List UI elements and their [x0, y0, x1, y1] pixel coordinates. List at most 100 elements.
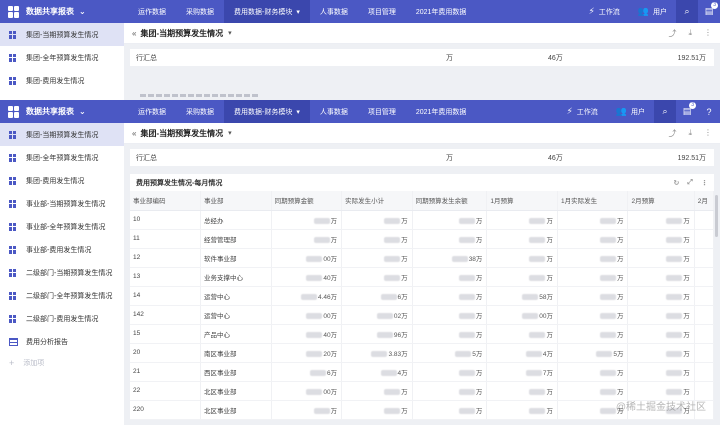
- user-button[interactable]: 👥 用户: [607, 106, 654, 117]
- caret-down-icon[interactable]: ▾: [228, 29, 232, 37]
- cell-code: 20: [130, 343, 202, 363]
- top-right-tools: ⚡ 工作流 👥 用户 ⌕ ▤ 3 ?: [557, 100, 720, 123]
- cell-amount: 万: [412, 362, 488, 382]
- sidebar-item[interactable]: 集团-当期预算发生情况: [0, 23, 124, 46]
- notification-badge: 3: [711, 2, 718, 9]
- table-row[interactable]: 15 产品中心 40万 96万 万 万 万 万: [130, 324, 715, 344]
- sidebar-item[interactable]: 事业部-全年预算发生情况: [0, 215, 124, 238]
- download-icon[interactable]: ⤓: [688, 28, 692, 39]
- more-icon[interactable]: ⋮: [701, 179, 708, 187]
- more-icon[interactable]: ⋮: [704, 128, 712, 139]
- redacted-value: [451, 255, 468, 262]
- redacted-value: [306, 331, 323, 338]
- app-brand-back[interactable]: 数据共享报表 ⌄: [0, 5, 128, 18]
- sidebar-item[interactable]: 费用分析报告: [0, 330, 124, 353]
- table-row[interactable]: 10 总经办 万 万 万 万 万 万: [130, 210, 715, 230]
- cell-amount: 96万: [341, 324, 413, 344]
- sidebar-item[interactable]: 二级部门-费用发生情况: [0, 307, 124, 330]
- nav-tab[interactable]: 人事数据: [310, 100, 358, 123]
- cell-amount: 万: [627, 286, 695, 306]
- vertical-scrollbar[interactable]: [715, 195, 718, 237]
- workflow-button[interactable]: ⚡ 工作流: [579, 6, 628, 17]
- nav-tab-active[interactable]: 费用数据-财务模块 ▾: [224, 100, 310, 123]
- cell-empty: [694, 324, 715, 344]
- table-row[interactable]: 21 西区事业部 6万 4万 万 7万 万 万: [130, 362, 715, 382]
- chevron-down-icon: ⌄: [79, 7, 86, 16]
- refresh-icon[interactable]: ↻: [674, 179, 680, 187]
- nav-tab[interactable]: 2021年费用数据: [406, 100, 477, 123]
- nav-tab[interactable]: 人事数据: [310, 0, 358, 23]
- column-header[interactable]: 实际发生小计: [341, 191, 413, 211]
- column-header[interactable]: 1月预算: [486, 191, 558, 211]
- nav-tab[interactable]: 采购数据: [176, 100, 224, 123]
- sidebar-item-label: 集团-费用发生情况: [26, 177, 85, 185]
- help-icon[interactable]: ?: [698, 107, 720, 117]
- search-icon[interactable]: ⌕: [654, 100, 676, 123]
- nav-tab-label: 费用数据-财务模块: [234, 8, 293, 16]
- column-header[interactable]: 1月实际发生: [557, 191, 629, 211]
- sidebar-item[interactable]: 集团-费用发生情况: [0, 169, 124, 192]
- notification-icon[interactable]: ▤ 3: [698, 2, 720, 17]
- redacted-value: [458, 331, 475, 338]
- sidebar-item-label: 二级部门-全年预算发生情况: [26, 292, 113, 300]
- sidebar-item[interactable]: 集团-费用发生情况: [0, 69, 124, 92]
- sidebar-item[interactable]: 事业部-当期预算发生情况: [0, 192, 124, 215]
- page-title-back: 集团-当期预算发生情况: [140, 28, 224, 38]
- sidebar-item-active[interactable]: 集团-当期预算发生情况: [0, 123, 124, 146]
- back-arrow-icon[interactable]: «: [132, 29, 136, 38]
- table-row[interactable]: 14 运营中心 4.46万 6万 万 58万 万 万: [130, 286, 715, 306]
- workflow-label: 工作流: [598, 8, 620, 16]
- nav-tab[interactable]: 运作数据: [128, 0, 176, 23]
- notification-icon[interactable]: ▤ 3: [676, 102, 698, 117]
- data-table: 事业部编码 事业部 同期预算金额 实际发生小计 同期预算发生余额 1月预算 1月…: [130, 191, 715, 420]
- cell-amount-text: 万: [330, 217, 338, 225]
- column-header[interactable]: 同期预算金额: [271, 191, 343, 211]
- table-row[interactable]: 142 运营中心 00万 02万 万 00万 万 万: [130, 305, 715, 325]
- table-row[interactable]: 12 软件事业部 00万 万 38万 万 万 万: [130, 248, 715, 268]
- sidebar-item[interactable]: 二级部门-全年预算发生情况: [0, 284, 124, 307]
- user-button[interactable]: 👥 用户: [629, 6, 676, 17]
- user-label: 用户: [653, 8, 667, 16]
- nav-tab-active[interactable]: 费用数据-财务模块 ▾: [224, 0, 310, 23]
- cell-amount: 万: [412, 210, 488, 230]
- workflow-button[interactable]: ⚡ 工作流: [557, 106, 606, 117]
- table-row[interactable]: 11 经营管理部 万 万 万 万 万 万: [130, 229, 715, 249]
- cell-code: 142: [130, 305, 202, 325]
- cell-amount-text: 万: [683, 255, 690, 263]
- app-brand[interactable]: 数据共享报表 ⌄: [0, 105, 128, 118]
- add-item-button[interactable]: + 添加项: [0, 353, 124, 373]
- cell-amount: 万: [557, 229, 629, 249]
- back-arrow-icon[interactable]: «: [132, 129, 136, 138]
- cell-amount-text: 万: [683, 369, 690, 377]
- nav-tab[interactable]: 项目管理: [358, 100, 406, 123]
- caret-down-icon[interactable]: ▾: [228, 129, 232, 137]
- share-icon[interactable]: ⤴: [668, 28, 676, 39]
- download-icon[interactable]: ⤓: [688, 128, 692, 139]
- redacted-value: [384, 217, 401, 224]
- nav-tab[interactable]: 运作数据: [128, 100, 176, 123]
- column-header[interactable]: 2月: [694, 191, 715, 211]
- table-row[interactable]: 20 南区事业部 20万 3.83万 5万 4万 5万 万: [130, 343, 715, 363]
- nav-tab[interactable]: 采购数据: [176, 0, 224, 23]
- nav-tab[interactable]: 2021年费用数据: [406, 0, 477, 23]
- column-header[interactable]: 事业部: [200, 191, 272, 211]
- nav-tab[interactable]: 项目管理: [358, 0, 406, 23]
- share-icon[interactable]: ⤴: [668, 128, 676, 139]
- sidebar-item[interactable]: 集团-全年预算发生情况: [0, 146, 124, 169]
- redacted-value: [458, 369, 475, 376]
- grid-icon: [9, 268, 17, 277]
- more-icon[interactable]: ⋮: [704, 28, 712, 39]
- table-row[interactable]: 13 业务支撑中心 40万 万 万 万 万 万: [130, 267, 715, 287]
- sidebar-item[interactable]: 集团-全年预算发生情况: [0, 46, 124, 69]
- column-header[interactable]: 事业部编码: [130, 191, 202, 211]
- sidebar-item[interactable]: 二级部门-当期预算发生情况: [0, 261, 124, 284]
- search-icon[interactable]: ⌕: [676, 0, 698, 23]
- fullscreen-icon[interactable]: ⤢: [687, 179, 693, 187]
- column-header[interactable]: 2月预算: [627, 191, 695, 211]
- cell-amount-text: 万: [475, 293, 483, 301]
- column-header[interactable]: 同期预算发生余额: [412, 191, 488, 211]
- cell-amount: 6万: [271, 362, 343, 382]
- sidebar-item[interactable]: 事业部-费用发生情况: [0, 238, 124, 261]
- redacted-value: [376, 331, 393, 338]
- cell-empty: [694, 267, 715, 287]
